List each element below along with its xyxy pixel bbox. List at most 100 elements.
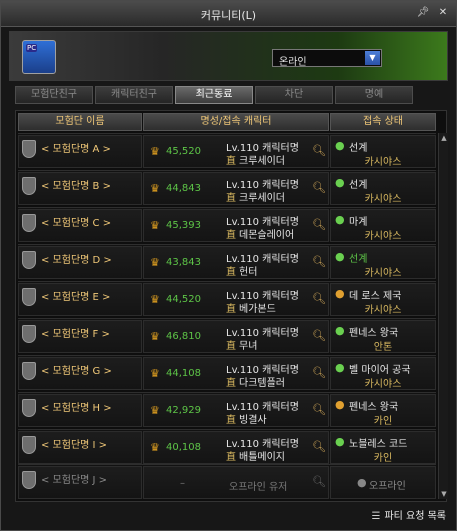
table-row[interactable]: < 모험단명 H > ♛ 42,929 Lv.110 캐릭터명 直 빙결사 🔍︎ … (18, 392, 436, 427)
group-name: < 모험단명 J > (41, 475, 108, 486)
job-icon: 直 (226, 193, 236, 204)
character-class: 直 무녀 (226, 337, 257, 352)
channel-name: 데 로스 제국 (349, 291, 402, 302)
group-cell: < 모험단명 D > (18, 246, 142, 279)
table-row-offline[interactable]: < 모험단명 J > – 오프라인 유저 🔍︎ ● 오프라인 (18, 464, 436, 499)
guild-emblem-icon (22, 177, 36, 195)
guild-emblem-icon (22, 362, 36, 380)
group-name: < 모험단명 I > (41, 440, 108, 451)
tab-block[interactable]: 차단 (255, 86, 333, 104)
search-icon[interactable]: 🔍︎ (312, 440, 326, 453)
class-name: 크루세이더 (239, 156, 285, 167)
fame-icon: ♛ (150, 256, 160, 269)
group-name: < 모험단명 G > (41, 366, 112, 377)
job-icon: 直 (226, 230, 236, 241)
user-icon: ● (335, 398, 345, 411)
party-button-label: 파티 요청 목록 (384, 511, 446, 522)
character-cell: ♛ 46,810 Lv.110 캐릭터명 直 무녀 🔍︎ (143, 320, 329, 353)
group-name: < 모험단명 E > (41, 292, 111, 303)
status-value: 온라인 (279, 57, 307, 68)
fame-value: 43,843 (166, 257, 201, 268)
table-row[interactable]: < 모험단명 I > ♛ 40,108 Lv.110 캐릭터명 直 배틀메이지 🔍… (18, 429, 436, 464)
status-cell: ● 노블레스 코드 카인 (330, 431, 436, 464)
online-status-select[interactable]: 온라인 ▼ (272, 49, 382, 68)
table-row[interactable]: < 모험단명 B > ♛ 44,843 Lv.110 캐릭터명 直 크루세이더 🔍… (18, 170, 436, 205)
job-icon: 直 (226, 156, 236, 167)
user-icon: ● (335, 213, 345, 226)
class-name: 배틀메이지 (239, 452, 285, 463)
window-title: 커뮤니티(L) (200, 9, 257, 22)
channel-name: 노블레스 코드 (349, 439, 408, 450)
table-row[interactable]: < 모험단명 G > ♛ 44,108 Lv.110 캐릭터명 直 다크템플러 🔍… (18, 355, 436, 390)
class-name: 크루세이더 (239, 193, 285, 204)
scroll-up-icon[interactable]: ▲ (439, 133, 449, 143)
channel-name: 벨 마이어 공국 (349, 365, 411, 376)
guild-emblem-icon (22, 436, 36, 454)
character-cell: ♛ 40,108 Lv.110 캐릭터명 直 배틀메이지 🔍︎ (143, 431, 329, 464)
table-row[interactable]: < 모험단명 A > ♛ 45,520 Lv.110 캐릭터명 直 크루세이더 🔍… (18, 133, 436, 168)
col-fame-character: 명성/접속 캐릭터 (143, 113, 329, 131)
chevron-down-icon[interactable]: ▼ (365, 51, 380, 65)
search-icon[interactable]: 🔍︎ (312, 366, 326, 379)
group-name: < 모험단명 D > (41, 255, 112, 266)
group-cell: < 모험단명 F > (18, 320, 142, 353)
status-cell: ● 선계 카시야스 (330, 135, 436, 168)
search-icon[interactable]: 🔍︎ (312, 403, 326, 416)
job-icon: 直 (226, 267, 236, 278)
tab-adventure-friends[interactable]: 모험단친구 (15, 86, 93, 104)
channel-name: 선계 (349, 143, 368, 154)
character-class: 直 다크템플러 (226, 374, 285, 389)
table-row[interactable]: < 모험단명 E > ♛ 44,520 Lv.110 캐릭터명 直 베가본드 🔍︎… (18, 281, 436, 316)
search-icon[interactable]: 🔍︎ (312, 475, 326, 488)
search-icon[interactable]: 🔍︎ (312, 329, 326, 342)
character-cell: ♛ 45,393 Lv.110 캐릭터명 直 데몬슬레이어 🔍︎ (143, 209, 329, 242)
user-icon: ● (335, 139, 345, 152)
table-row[interactable]: < 모험단명 C > ♛ 45,393 Lv.110 캐릭터명 直 데몬슬레이어 … (18, 207, 436, 242)
scrollbar[interactable]: ▲ ▼ (438, 133, 448, 499)
group-name: < 모험단명 C > (41, 218, 112, 229)
fame-icon: ♛ (150, 219, 160, 232)
fame-icon: ♛ (150, 293, 160, 306)
close-icon[interactable]: ✕ (436, 6, 450, 20)
tab-recent-party[interactable]: 최근동료 (175, 86, 253, 104)
tab-honor[interactable]: 명예 (335, 86, 413, 104)
group-name: < 모험단명 A > (41, 144, 111, 155)
server-name: 카인 (373, 453, 393, 464)
table-row[interactable]: < 모험단명 F > ♛ 46,810 Lv.110 캐릭터명 直 무녀 🔍︎ ●… (18, 318, 436, 353)
fame-icon: ♛ (150, 441, 160, 454)
user-icon: ● (335, 435, 345, 448)
title-bar[interactable]: 커뮤니티(L) 📌︎ ✕ (1, 1, 456, 27)
server-name: 카시야스 (364, 379, 402, 390)
offline-user-label: 오프라인 유저 (229, 482, 288, 493)
search-icon[interactable]: 🔍︎ (312, 144, 326, 157)
server-name: 카인 (373, 416, 393, 427)
character-class: 直 헌터 (226, 263, 257, 278)
guild-emblem-icon (22, 214, 36, 232)
group-cell: < 모험단명 G > (18, 357, 142, 390)
job-icon: 直 (226, 378, 236, 389)
channel-name: 펜네스 왕국 (349, 328, 399, 339)
table-row[interactable]: < 모험단명 D > ♛ 43,843 Lv.110 캐릭터명 直 헌터 🔍︎ ●… (18, 244, 436, 279)
fame-value: 45,393 (166, 220, 201, 231)
community-window: 커뮤니티(L) 📌︎ ✕ PC 온라인 ▼ 모험단친구 캐릭터친구 최근동료 차… (0, 0, 457, 531)
column-header: 모험단 이름 명성/접속 캐릭터 접속 상태 (18, 113, 446, 131)
search-icon[interactable]: 🔍︎ (312, 292, 326, 305)
tab-character-friends[interactable]: 캐릭터친구 (95, 86, 173, 104)
character-cell: ♛ 44,520 Lv.110 캐릭터명 直 베가본드 🔍︎ (143, 283, 329, 316)
fame-icon: ♛ (150, 404, 160, 417)
group-name: < 모험단명 B > (41, 181, 111, 192)
fame-value: 44,843 (166, 183, 201, 194)
character-cell: ♛ 44,108 Lv.110 캐릭터명 直 다크템플러 🔍︎ (143, 357, 329, 390)
party-request-list-button[interactable]: ☰ 파티 요청 목록 (371, 507, 446, 525)
group-cell: < 모험단명 B > (18, 172, 142, 205)
channel-name: 선계 (349, 180, 368, 191)
search-icon[interactable]: 🔍︎ (312, 218, 326, 231)
pin-icon[interactable]: 📌︎ (416, 6, 430, 20)
avatar: PC (22, 40, 56, 74)
user-icon: ● (335, 324, 345, 337)
search-icon[interactable]: 🔍︎ (312, 255, 326, 268)
server-name: 카시야스 (364, 231, 402, 242)
scroll-down-icon[interactable]: ▼ (439, 489, 449, 499)
col-group-name: 모험단 이름 (18, 113, 142, 131)
search-icon[interactable]: 🔍︎ (312, 181, 326, 194)
